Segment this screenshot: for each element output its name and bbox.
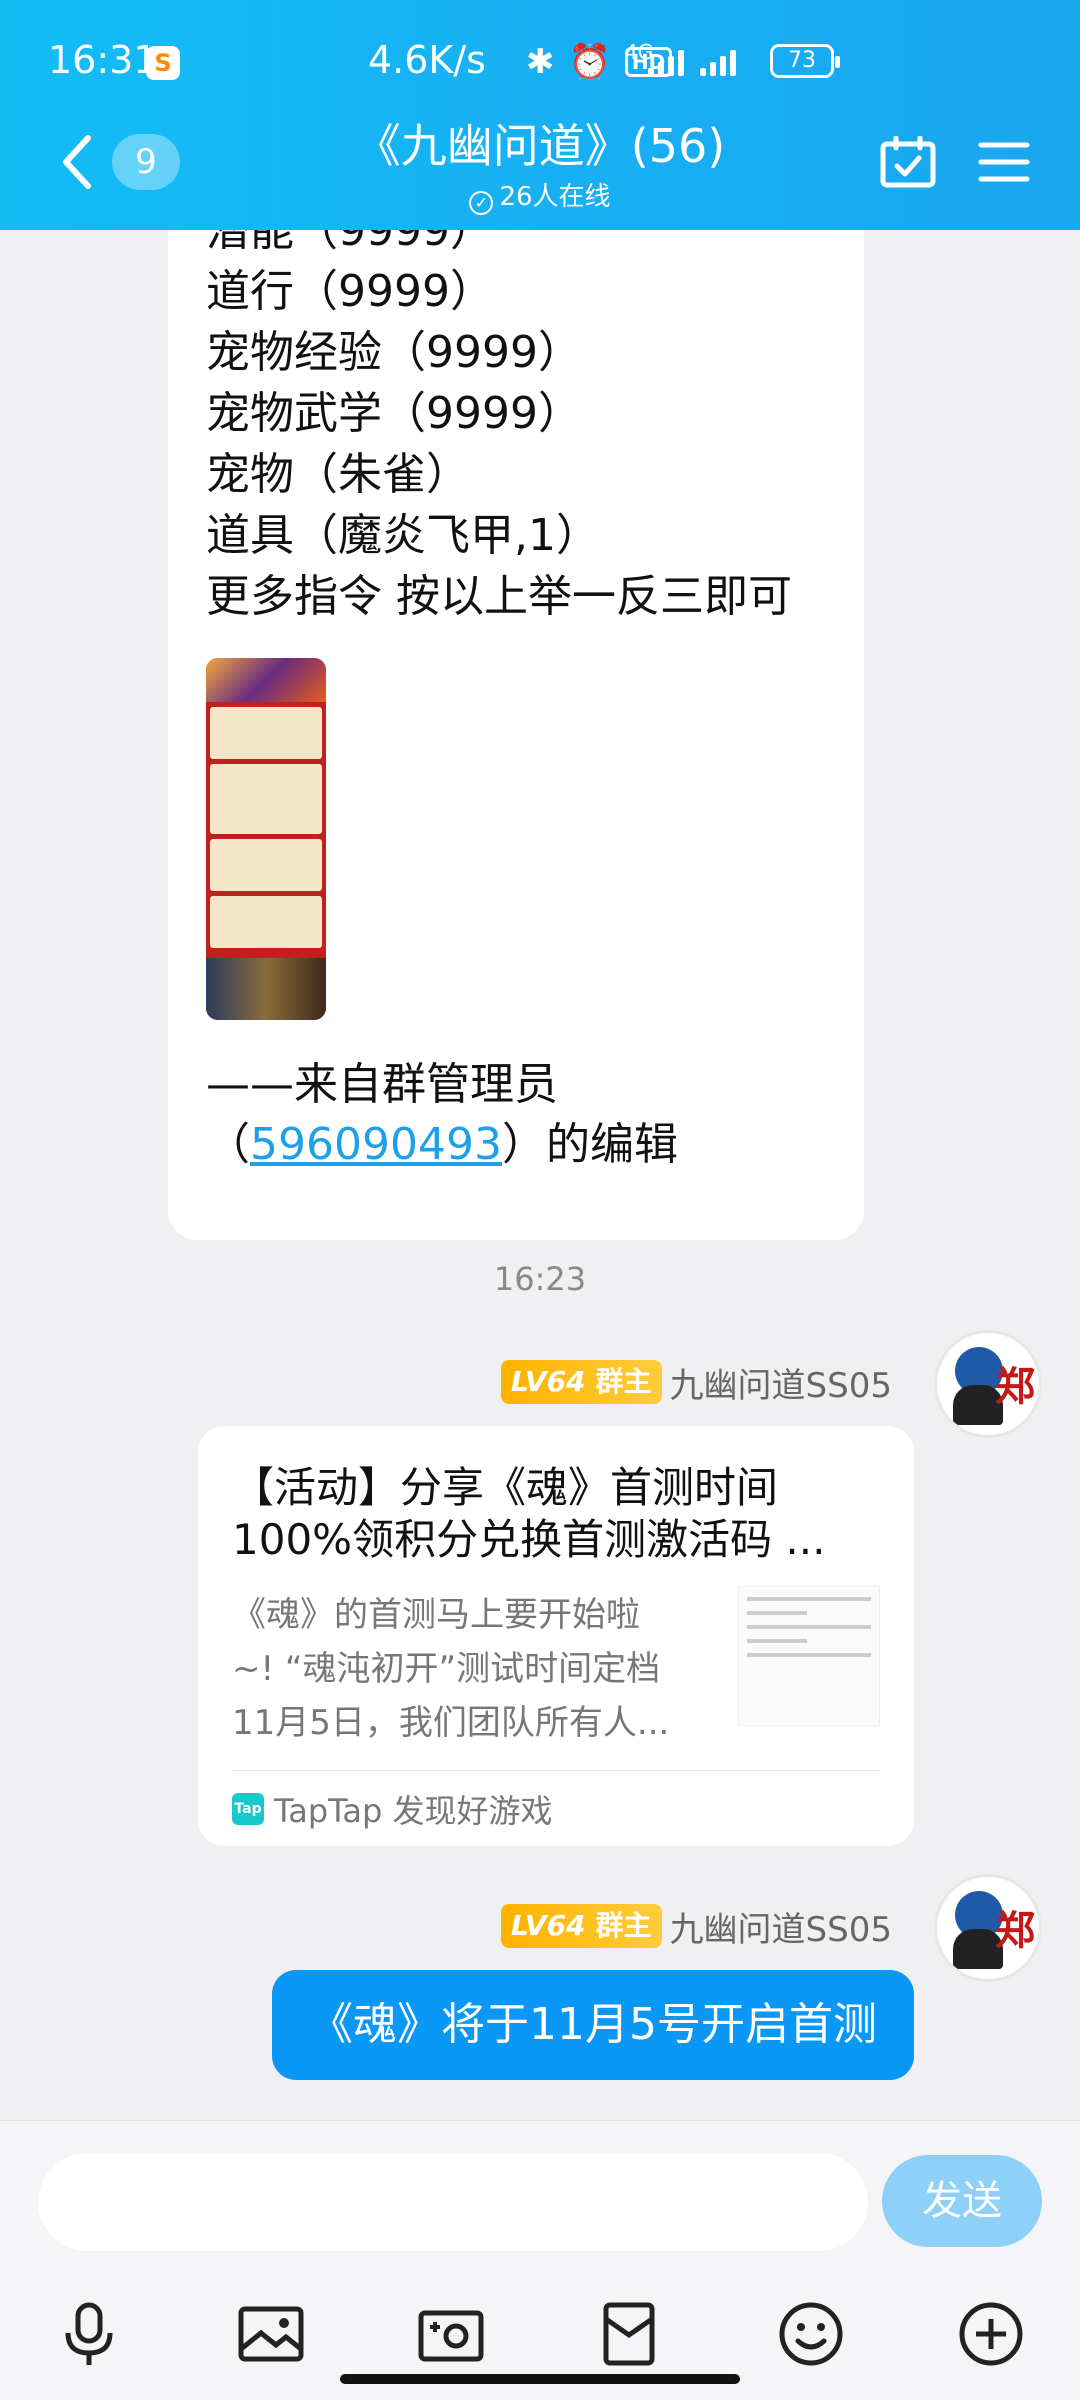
calendar-check-icon[interactable]: [880, 136, 936, 188]
command-line: 道具（魔炎飞甲,1）: [206, 510, 600, 561]
shared-link-card[interactable]: 【活动】分享《魂》首测时间 100%领积分兑换首测激活码 ... 《魂》的首测马…: [198, 1426, 914, 1846]
input-bar: 发送: [0, 2120, 1080, 2400]
card-title-line: 100%领积分兑换首测激活码 ...: [232, 1515, 826, 1564]
card-title: 【活动】分享《魂》首测时间 100%领积分兑换首测激活码 ...: [232, 1462, 872, 1566]
bluetooth-icon: ✱: [526, 42, 555, 82]
microphone-icon[interactable]: [54, 2299, 124, 2369]
command-line: 宠物（朱雀）: [206, 449, 470, 500]
sender-name[interactable]: 九幽问道SS05: [670, 1902, 892, 1951]
signal-icon: [648, 46, 684, 76]
chat-message-list[interactable]: 潜能（9999） 道行（9999） 宠物经验（9999） 宠物武学（9999） …: [0, 230, 1080, 2120]
online-check-icon: ✓: [469, 191, 494, 215]
red-packet-icon[interactable]: [594, 2299, 664, 2369]
sender-info: LV64 群主 九幽问道SS05: [500, 1358, 892, 1407]
card-source: Tap TapTap 发现好游戏: [232, 1786, 553, 1832]
role-label: 群主: [595, 1365, 652, 1398]
app-notification-icon: S: [146, 46, 180, 80]
plus-icon[interactable]: [956, 2299, 1026, 2369]
message-timestamp: 16:23: [493, 1260, 587, 1298]
command-line: 潜能（9999）: [206, 230, 494, 256]
command-list: 潜能（9999） 道行（9999） 宠物经验（9999） 宠物武学（9999） …: [206, 230, 792, 627]
owner-badge: LV64 群主: [500, 1360, 662, 1404]
card-desc-line: ~! “魂沌初开”测试时间定档: [232, 1649, 661, 1689]
command-line: 宠物经验（9999）: [206, 327, 582, 378]
divider: [232, 1770, 880, 1771]
poster-image[interactable]: [206, 658, 326, 1020]
chat-header: 16:31 S 4.6K/s ✱ ⏰ HD 4G 73 9 《九幽问道》(56)…: [0, 0, 1080, 230]
send-button[interactable]: 发送: [882, 2155, 1042, 2247]
battery-icon: 73: [770, 44, 840, 78]
source-label: TapTap 发现好游戏: [274, 1792, 553, 1830]
sender-info: LV64 群主 九幽问道SS05: [500, 1902, 892, 1951]
emoji-icon[interactable]: [776, 2299, 846, 2369]
signature-suffix: ）的编辑: [501, 1119, 678, 1170]
owner-badge: LV64 群主: [500, 1904, 662, 1948]
avatar[interactable]: 郑: [934, 1330, 1042, 1438]
online-count: 26人在线: [499, 182, 611, 212]
card-desc-line: 11月5日，我们团队所有人...: [232, 1703, 670, 1743]
signature-open: （: [206, 1119, 250, 1170]
level-label: LV64: [510, 1365, 586, 1398]
image-icon[interactable]: [236, 2299, 306, 2369]
sender-name[interactable]: 九幽问道SS05: [670, 1358, 892, 1407]
card-desc-line: 《魂》的首测马上要开始啦: [232, 1595, 640, 1635]
admin-id-link[interactable]: 596090493: [250, 1119, 502, 1170]
card-thumbnail: [738, 1586, 880, 1726]
signal-icon-2: [700, 46, 736, 76]
role-label: 群主: [595, 1909, 652, 1942]
command-line: 道行（9999）: [206, 266, 494, 317]
card-description: 《魂》的首测马上要开始啦 ~! “魂沌初开”测试时间定档 11月5日，我们团队所…: [232, 1588, 702, 1750]
taptap-icon: Tap: [232, 1793, 264, 1825]
level-label: LV64: [510, 1909, 586, 1942]
status-bar: 16:31 S 4.6K/s ✱ ⏰ HD 4G 73: [0, 38, 1080, 92]
message-input[interactable]: [38, 2153, 868, 2251]
message-bubble-blue[interactable]: 《魂》将于11月5号开启首测: [272, 1970, 914, 2080]
menu-icon[interactable]: [978, 140, 1030, 184]
status-time: 16:31: [48, 38, 158, 82]
network-speed: 4.6K/s: [368, 38, 486, 82]
avatar[interactable]: 郑: [934, 1874, 1042, 1982]
home-indicator[interactable]: [340, 2374, 740, 2384]
command-line: 宠物武学（9999）: [206, 388, 582, 439]
card-title-line: 【活动】分享《魂》首测时间: [232, 1463, 779, 1512]
signature-prefix: ——来自群管理员: [206, 1059, 558, 1110]
alarm-icon: ⏰: [568, 42, 611, 82]
signature: （596090493）的编辑: [206, 1108, 678, 1172]
camera-icon[interactable]: [416, 2299, 486, 2369]
command-line: 更多指令 按以上举一反三即可: [206, 571, 792, 622]
toolbar: [0, 2299, 1080, 2379]
